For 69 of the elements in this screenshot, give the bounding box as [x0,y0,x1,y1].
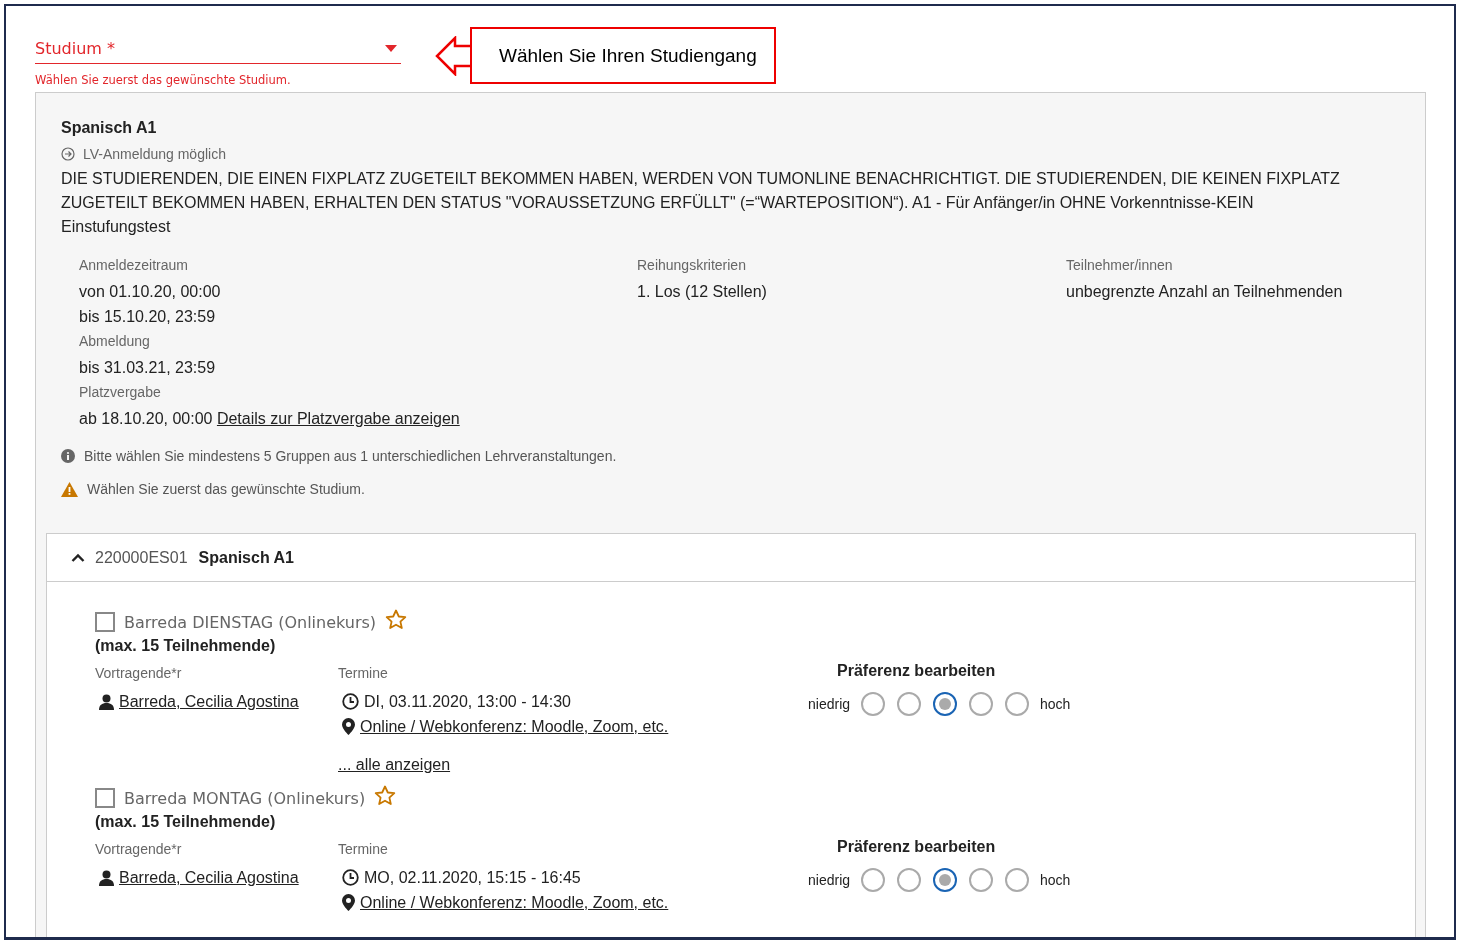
capacity-text: (max. 15 Teilnehmende) [95,637,277,655]
lecturer-label: Vortragende*r [95,841,183,859]
warning-icon [61,481,78,497]
info-label: Reihungskriterien [637,256,747,275]
radio-button[interactable] [861,692,886,716]
info-value: bis 15.10.20, 23:59 [79,308,216,325]
chevron-icon[interactable] [71,553,85,562]
radio-button[interactable] [897,692,922,716]
radio-button[interactable] [969,692,994,716]
radio-button[interactable] [1005,692,1030,716]
info-label: Abmeldung [79,332,151,351]
info-value: bis 31.03.21, 23:59 [79,359,216,376]
dates-label: Termine [338,665,389,683]
info-value: 1. Los (12 Stellen) [637,283,767,300]
info-label: Platzvergabe [79,383,162,402]
person-icon [99,693,114,710]
show-all-link[interactable]: ... alle anzeigen [338,756,451,774]
clock-icon [342,693,359,710]
radio-button[interactable] [933,692,958,716]
radio-button[interactable] [897,868,922,892]
group-title: Barreda DIENSTAG (Onlinekurs) [124,612,377,632]
section-title: Spanisch A1 [198,548,294,567]
arrow-circle-icon [61,147,75,161]
high-label: hoch [1040,872,1071,888]
info-value: unbegrenzte Anzahl an Teilnehmenden [1066,283,1343,300]
low-label: niedrig [808,696,851,712]
caret-icon [385,44,397,52]
star-icon[interactable] [374,784,397,806]
preference-title: Präferenz bearbeiten [836,838,997,856]
info-value: von 01.10.20, 00:00 [79,283,221,300]
preference-title: Präferenz bearbeiten [836,662,997,680]
low-label: niedrig [808,872,851,888]
note-text: Bitte wählen Sie mindestens 5 Gruppen aus 1 unterschiedlichen Lehrveranstaltungen. [84,448,617,464]
arrow-icon [435,35,473,76]
error-text: Wählen Sie zuerst das gewünschte Studium. [35,73,292,87]
radio-button[interactable] [969,868,994,892]
star-icon[interactable] [385,608,408,630]
description-text: DIE STUDIERENDEN, DIE EINEN FIXPLATZ ZUGETEILT BEKOMMEN HABEN, WERDEN VON TUMONLINE BENACHRICHTIGT. DIE STUDIERENDEN, DIE KEINEN FIXPLATZ ZUGETEILT BEKOMMEN HABEN, ERHALTEN DEN STATUS "VORAUSSETZUNG ERFÜLLT" (=“WARTEPOSITION“). A1 - Für Anfänger/in OHNE Vorkenntnisse-KEIN Einstufungstest [61,169,1341,237]
pin-icon [342,894,355,911]
study-select[interactable]: Studium * [35,33,401,64]
lecturer-label: Vortragende*r [95,665,183,683]
info-value: ab 18.10.20, 00:00 [79,410,213,427]
note-text: Wählen Sie zuerst das gewünschte Studium. [87,481,365,497]
group-title: Barreda MONTAG (Onlinekurs) [124,788,366,808]
course-code: 220000ES01 [95,548,188,567]
pin-icon [342,718,355,735]
location-link[interactable]: Online / Webkonferenz: Moodle, Zoom, etc. [360,893,669,912]
lecturer-link[interactable]: Barreda, Cecilia Agostina [119,692,299,711]
details-link[interactable]: Details zur Platzvergabe anzeigen [216,410,460,427]
info-label: Anmeldezeitraum [79,256,189,275]
radio-button[interactable] [933,868,958,892]
high-label: hoch [1040,696,1071,712]
person-icon [99,869,114,886]
date-text: MO, 02.11.2020, 15:15 - 16:45 [364,868,581,887]
radio-button[interactable] [1005,868,1030,892]
checkbox[interactable] [95,612,115,632]
course-title: Spanisch A1 [61,119,158,137]
date-text: DI, 03.11.2020, 13:00 - 14:30 [364,692,571,711]
info-icon [61,449,75,463]
clock-icon [342,869,359,886]
radio-button[interactable] [861,868,886,892]
checkbox[interactable] [95,788,115,808]
status-text: LV-Anmeldung möglich [83,146,226,162]
capacity-text: (max. 15 Teilnehmende) [95,813,277,831]
dates-label: Termine [338,841,389,859]
location-link[interactable]: Online / Webkonferenz: Moodle, Zoom, etc. [360,717,669,736]
info-label: Teilnehmer/innen [1066,256,1174,275]
lecturer-link[interactable]: Barreda, Cecilia Agostina [119,868,299,887]
callout-box: Wählen Sie Ihren Studiengang [470,27,776,84]
